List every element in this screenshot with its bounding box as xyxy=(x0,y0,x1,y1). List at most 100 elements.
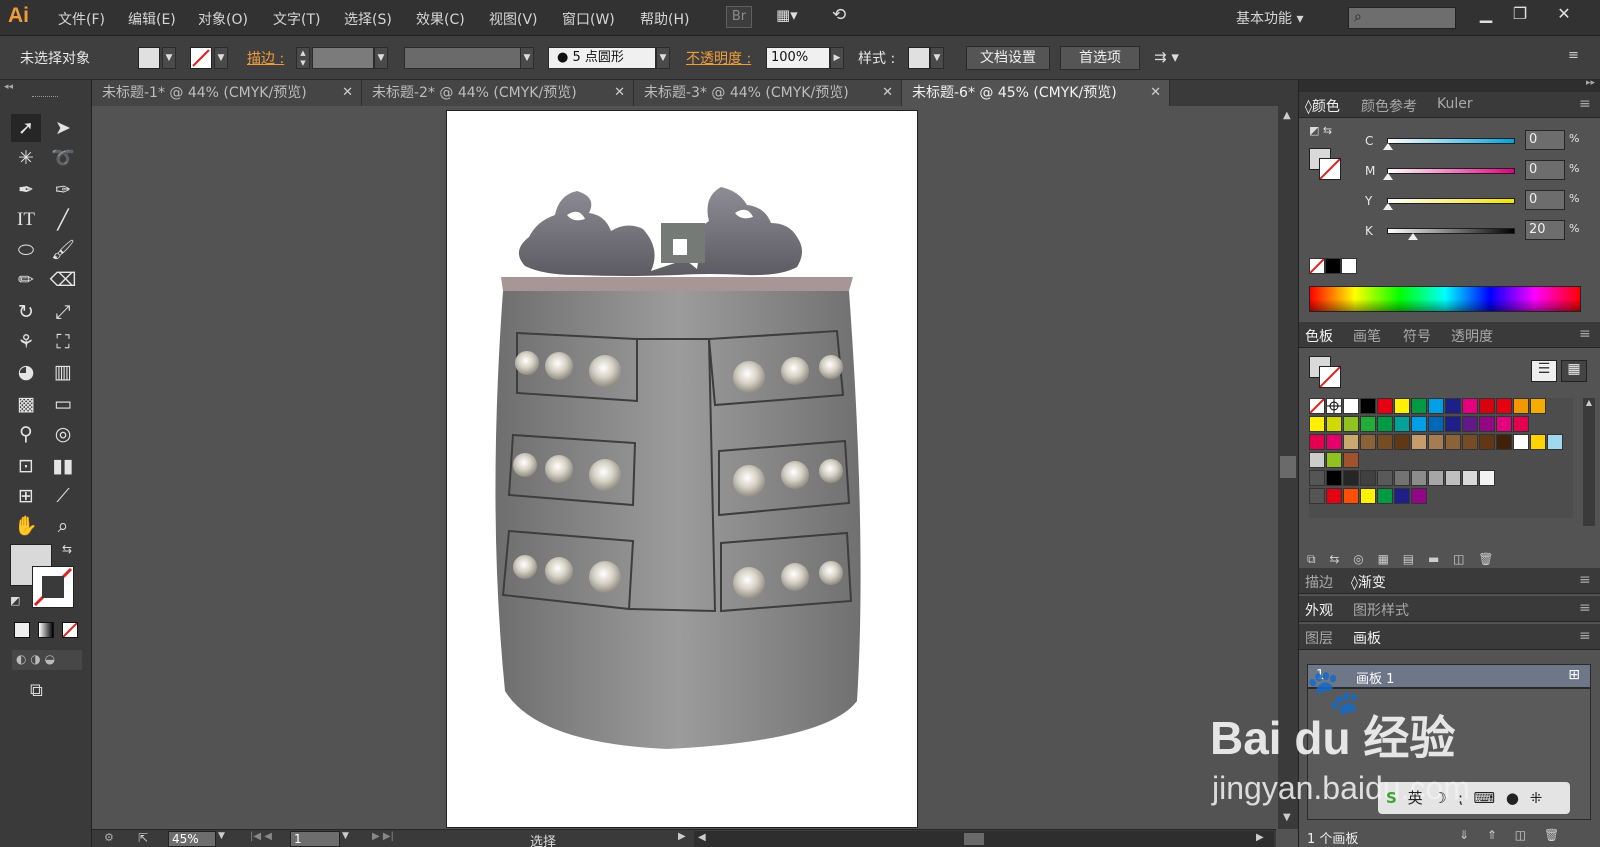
delete-swatch-icon[interactable]: 🗑 xyxy=(1478,552,1493,566)
menu-object[interactable]: 对象(O) xyxy=(198,9,248,29)
pencil-tool-icon[interactable]: ✏ xyxy=(11,266,41,294)
close-tab-icon[interactable]: ✕ xyxy=(614,80,625,106)
color-stroke-swatch[interactable] xyxy=(1319,158,1341,180)
toolbar-grip[interactable] xyxy=(32,96,58,99)
color-swatch[interactable] xyxy=(1326,470,1342,486)
line-tool-icon[interactable]: ╱ xyxy=(48,206,78,234)
opacity-label[interactable]: 不透明度 : xyxy=(686,48,751,68)
menu-file[interactable]: 文件(F) xyxy=(58,9,105,29)
minimize-button[interactable]: ▁ xyxy=(1470,3,1502,25)
color-swatch[interactable] xyxy=(1309,452,1325,468)
color-swatch[interactable] xyxy=(1462,470,1478,486)
magenta-input[interactable]: 0 xyxy=(1525,160,1565,180)
draw-modes-icon[interactable]: ◐ ◑ ◒ xyxy=(12,650,82,670)
color-swatch[interactable] xyxy=(1445,416,1461,432)
ellipse-tool-icon[interactable]: ⬭ xyxy=(11,236,41,264)
document-tab[interactable]: 未标题-2* @ 44% (CMYK/预览) ✕ xyxy=(362,80,634,106)
ime-grid-icon[interactable]: ⁜ xyxy=(1530,789,1543,807)
color-swatch[interactable] xyxy=(1513,434,1529,450)
color-swatch[interactable] xyxy=(1530,398,1546,414)
perspective-grid-tool-icon[interactable]: ▥ xyxy=(48,358,78,386)
color-swatch[interactable] xyxy=(1496,416,1512,432)
slice-tool-icon[interactable]: ⟋ xyxy=(48,482,78,510)
color-swatch[interactable] xyxy=(1394,398,1410,414)
magic-wand-tool-icon[interactable]: ✳ xyxy=(11,144,41,172)
opacity-arrow[interactable]: ▶ xyxy=(830,47,844,69)
color-swatch[interactable] xyxy=(1496,398,1512,414)
yellow-slider[interactable] xyxy=(1383,198,1515,210)
color-swatch[interactable] xyxy=(1360,416,1376,432)
stroke-color-box[interactable] xyxy=(32,566,74,608)
color-swatch[interactable] xyxy=(1360,470,1376,486)
close-button[interactable]: ✕ xyxy=(1548,3,1580,25)
yellow-input[interactable]: 0 xyxy=(1525,190,1565,210)
gpu-performance-icon[interactable]: ⟲ xyxy=(832,5,860,29)
status-menu-arrow-icon[interactable]: ▶ xyxy=(678,831,686,842)
scroll-down-icon[interactable]: ▼ xyxy=(1283,812,1291,823)
artboard-number-input[interactable]: 1 xyxy=(290,831,340,847)
ime-user-icon[interactable]: ● xyxy=(1506,789,1519,807)
scroll-up-icon[interactable]: ▲ xyxy=(1283,110,1291,121)
maximize-button[interactable]: ❐ xyxy=(1504,3,1536,25)
paintbrush-tool-icon[interactable]: 🖌 xyxy=(48,236,78,264)
pen-tool-icon[interactable]: ✒ xyxy=(11,176,41,204)
selection-tool-icon[interactable]: ➚ xyxy=(11,114,41,142)
color-swatch[interactable] xyxy=(1377,434,1393,450)
color-swatch[interactable] xyxy=(1479,434,1495,450)
direct-selection-tool-icon[interactable]: ➤ xyxy=(48,114,78,142)
swatch-library-icon[interactable]: ⧉ xyxy=(1307,552,1316,566)
brush-definition[interactable]: ● 5 点圆形 xyxy=(548,47,656,69)
ime-moon-icon[interactable]: ☽ xyxy=(1433,789,1446,807)
black-slider[interactable] xyxy=(1387,228,1515,240)
ime-punctuation-icon[interactable]: ⁏ xyxy=(1458,789,1463,807)
profile-dropdown[interactable]: ▼ xyxy=(520,47,534,69)
export-icon[interactable]: ⇱ xyxy=(138,831,148,845)
gradient-tool-icon[interactable]: ▭ xyxy=(48,390,78,418)
close-tab-icon[interactable]: ✕ xyxy=(1150,80,1161,106)
color-swatch[interactable] xyxy=(1343,488,1359,504)
zoom-input[interactable]: 45% xyxy=(168,831,216,847)
dock-header[interactable]: ▸▸ xyxy=(1299,78,1600,92)
vertical-scrollbar[interactable]: ▲ ▼ xyxy=(1278,106,1298,829)
color-swatch[interactable] xyxy=(1309,434,1325,450)
color-swatch[interactable] xyxy=(1377,416,1393,432)
color-swatch[interactable] xyxy=(1394,434,1410,450)
symbol-sprayer-tool-icon[interactable]: ⊡ xyxy=(11,452,41,480)
color-swatch[interactable] xyxy=(1411,416,1427,432)
collapse-panel-icon[interactable]: ◂◂ xyxy=(4,82,13,92)
free-transform-tool-icon[interactable]: ⛶ xyxy=(48,328,78,356)
none-mode-icon[interactable] xyxy=(62,622,78,638)
horizontal-scrollbar[interactable]: ◀ ▶ xyxy=(694,831,1274,847)
expand-dock-icon[interactable]: ▸▸ xyxy=(1586,78,1595,88)
fill-dropdown[interactable]: ▼ xyxy=(162,47,176,69)
tab-color[interactable]: ◊颜色 xyxy=(1305,96,1340,116)
document-tab[interactable]: 未标题-1* @ 44% (CMYK/预览) ✕ xyxy=(92,80,362,106)
menu-effect[interactable]: 效果(C) xyxy=(416,9,465,29)
default-colors-icon[interactable]: ◩ xyxy=(10,594,20,607)
opacity-input[interactable]: 100% xyxy=(766,47,830,69)
eyedropper-tool-icon[interactable]: ⚲ xyxy=(11,420,41,448)
scroll-up-icon[interactable]: ▲ xyxy=(1583,398,1595,407)
tab-layers[interactable]: 图层 xyxy=(1305,628,1333,648)
color-swatch[interactable] xyxy=(1360,434,1376,450)
slider-thumb[interactable] xyxy=(1383,143,1393,150)
align-options-icon[interactable]: ⇉ ▾ xyxy=(1154,48,1179,66)
first-artboard-icon[interactable]: |◀ ◀ xyxy=(250,831,272,842)
stroke-weight-stepper[interactable]: ▲ ▼ xyxy=(296,47,310,69)
color-swatch[interactable] xyxy=(1309,416,1325,432)
color-swatch[interactable] xyxy=(1377,470,1393,486)
tab-artboards[interactable]: 画板 xyxy=(1353,628,1381,648)
color-swatch[interactable] xyxy=(1428,398,1444,414)
none-color-icon[interactable] xyxy=(1309,258,1325,274)
thumbnail-view-icon[interactable]: ▦ xyxy=(1561,360,1587,382)
workspace-switcher[interactable]: 基本功能 ▾ xyxy=(1236,8,1303,28)
fill-swatch[interactable] xyxy=(138,47,160,69)
artboard-dropdown-icon[interactable]: ▼ xyxy=(342,831,349,841)
search-input[interactable]: ⌕ xyxy=(1348,7,1456,29)
color-mode-icon[interactable] xyxy=(14,622,30,638)
artboard-tool-icon[interactable]: ⊞ xyxy=(11,482,41,510)
color-swatch[interactable] xyxy=(1479,416,1495,432)
color-swatch[interactable] xyxy=(1479,470,1495,486)
move-up-icon[interactable]: ⇑ xyxy=(1487,828,1497,842)
preferences-button[interactable]: 首选项 xyxy=(1060,46,1140,70)
